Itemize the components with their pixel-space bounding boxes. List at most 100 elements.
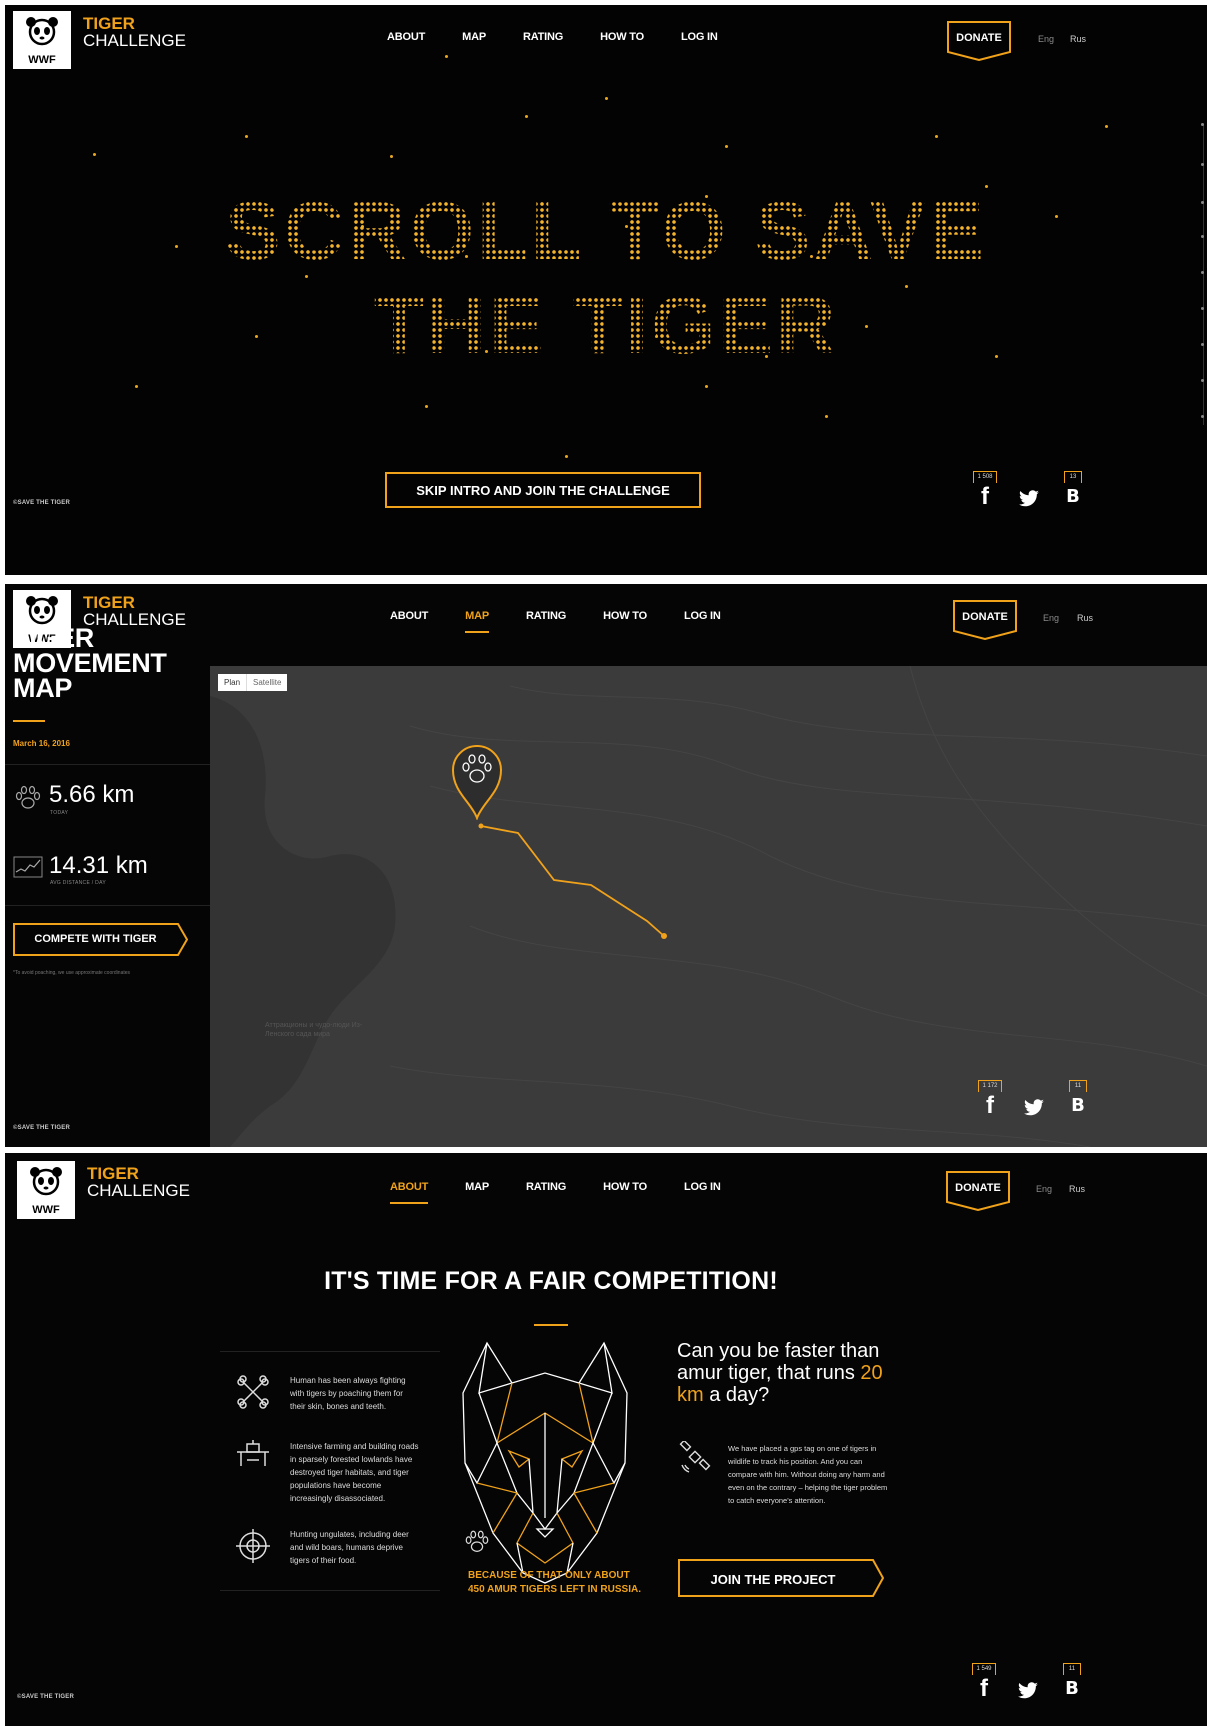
brand-name[interactable]: TIGER CHALLENGE (83, 594, 186, 628)
scroll-marker[interactable] (1201, 201, 1204, 204)
nav-how-to[interactable]: HOW TO (603, 1181, 647, 1193)
join-project-button[interactable]: JOIN THE PROJECT (678, 1559, 885, 1597)
scroll-marker[interactable] (1201, 235, 1204, 238)
threat-poaching: Human has been always fighting with tige… (290, 1376, 406, 1411)
headline-underline (534, 1324, 568, 1326)
scroll-marker[interactable] (1201, 163, 1204, 166)
satellite-icon (679, 1441, 711, 1473)
facebook-share[interactable]: 1 172 f (975, 1080, 1005, 1119)
nav-map[interactable]: MAP (465, 610, 489, 633)
wwf-logo[interactable]: WWF (17, 1161, 75, 1219)
nav-rating[interactable]: RATING (526, 1181, 566, 1193)
social-share: 1 508 f 13 B (970, 471, 1102, 509)
about-screen: WWF TIGER CHALLENGE ABOUT MAP RATING HOW… (5, 1153, 1207, 1726)
skip-intro-button[interactable]: SKIP INTRO AND JOIN THE CHALLENGE (385, 472, 701, 508)
nav-log-in[interactable]: LOG IN (684, 610, 721, 622)
nav-map[interactable]: MAP (465, 1181, 489, 1193)
brand-line1: TIGER (83, 593, 135, 612)
star-dot (525, 115, 528, 118)
nav-map[interactable]: MAP (462, 31, 486, 43)
donate-button[interactable]: DONATE (947, 21, 1011, 62)
panda-icon (26, 596, 58, 625)
lang-eng[interactable]: Eng (1043, 613, 1059, 623)
copyright: ©SAVE THE TIGER (13, 500, 70, 506)
donate-button[interactable]: DONATE (946, 1171, 1010, 1212)
facebook-icon: f (986, 1092, 994, 1119)
nav-about[interactable]: ABOUT (390, 1181, 428, 1204)
nav-about[interactable]: ABOUT (387, 31, 425, 43)
today-label: TODAY (50, 810, 69, 816)
scroll-marker[interactable] (1201, 123, 1204, 126)
twitter-share[interactable] (1014, 475, 1044, 508)
today-distance: 5.66 km (49, 781, 135, 808)
lang-rus[interactable]: Rus (1069, 1184, 1085, 1194)
star-dot (445, 55, 448, 58)
threat-habitat-loss: Intensive farming and building roads in … (290, 1442, 419, 1503)
nav-log-in[interactable]: LOG IN (684, 1181, 721, 1193)
donate-label: DONATE (956, 32, 1002, 44)
vk-icon: B (1065, 1678, 1079, 1699)
nav-log-in[interactable]: LOG IN (681, 31, 718, 43)
facebook-count: 1 172 (978, 1080, 1002, 1092)
facebook-share[interactable]: 1 549 f (969, 1663, 999, 1702)
main-nav: ABOUT MAP RATING HOW TO LOG IN (390, 610, 758, 633)
nav-about[interactable]: ABOUT (390, 610, 428, 622)
twitter-icon (1018, 1682, 1038, 1699)
star-dot (565, 455, 568, 458)
brand-name[interactable]: TIGER CHALLENGE (83, 15, 186, 49)
logo-text: WWF (32, 1204, 60, 1216)
scroll-marker[interactable] (1201, 379, 1204, 382)
facebook-share[interactable]: 1 508 f (970, 471, 1000, 509)
lang-rus[interactable]: Rus (1077, 613, 1093, 623)
vk-share[interactable]: 11 B (1057, 1663, 1087, 1700)
star-dot (705, 385, 708, 388)
star-dot (93, 153, 96, 156)
tiger-location-pin-icon[interactable] (451, 742, 503, 820)
coordinates-note: *To avoid poaching, we use approximate c… (13, 970, 131, 976)
lang-rus[interactable]: Rus (1070, 34, 1086, 44)
donate-label: DONATE (955, 1182, 1001, 1194)
avg-label: AVG DISTANCE / DAY (50, 880, 106, 886)
paw-icon (465, 1530, 489, 1552)
star-dot (425, 405, 428, 408)
tiger-track-line (480, 825, 665, 937)
nav-rating[interactable]: RATING (523, 31, 563, 43)
intro-headline-line1: SCROLL TO SAVE (5, 183, 1207, 279)
brand-line2: CHALLENGE (83, 31, 186, 50)
compete-with-tiger-button[interactable]: COMPETE WITH TIGER (13, 923, 189, 956)
scroll-marker[interactable] (1201, 271, 1204, 274)
donate-button[interactable]: DONATE (953, 600, 1017, 641)
facebook-icon: f (980, 1675, 988, 1702)
tiger-map[interactable]: Plan Satellite Аттракционы и чудо-люди И… (210, 666, 1207, 1147)
twitter-share[interactable] (1013, 1667, 1043, 1700)
map-title: TIGER MOVEMENT MAP (13, 623, 167, 703)
threat-hunting: Hunting ungulates, including deer and wi… (290, 1530, 409, 1565)
star-dot (935, 135, 938, 138)
vk-share[interactable]: 11 B (1063, 1080, 1093, 1117)
scroll-marker[interactable] (1201, 415, 1204, 418)
brand-name[interactable]: TIGER CHALLENGE (87, 1165, 190, 1199)
twitter-share[interactable] (1019, 1084, 1049, 1117)
panda-icon (26, 17, 58, 46)
nav-rating[interactable]: RATING (526, 610, 566, 622)
about-headline: IT'S TIME FOR A FAIR COMPETITION! (324, 1267, 778, 1295)
gps-tag-description: We have placed a gps tag on one of tiger… (728, 1444, 888, 1505)
vk-share[interactable]: 13 B (1058, 471, 1088, 508)
scroll-marker[interactable] (1201, 343, 1204, 346)
nav-how-to[interactable]: HOW TO (603, 610, 647, 622)
star-dot (390, 155, 393, 158)
brand-line2: CHALLENGE (87, 1181, 190, 1200)
tigers-left-note: BECAUSE OF THAT ONLY ABOUT 450 AMUR TIGE… (468, 1570, 641, 1595)
chart-line-icon (13, 856, 43, 878)
tiger-track (478, 823, 667, 939)
title-underline (13, 720, 45, 722)
wwf-logo[interactable]: WWF (13, 11, 71, 69)
lang-eng[interactable]: Eng (1036, 1184, 1052, 1194)
scroll-marker[interactable] (1201, 307, 1204, 310)
nav-how-to[interactable]: HOW TO (600, 31, 644, 43)
main-nav: ABOUT MAP RATING HOW TO LOG IN (387, 31, 755, 43)
avg-distance: 14.31 km (49, 852, 148, 879)
facebook-count: 1 549 (972, 1663, 996, 1675)
lang-eng[interactable]: Eng (1038, 34, 1054, 44)
brand-line1: TIGER (83, 14, 135, 33)
